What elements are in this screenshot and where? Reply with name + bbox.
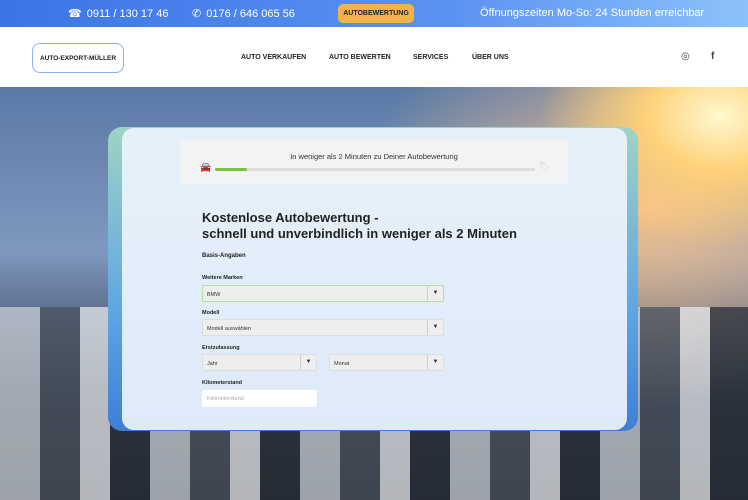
phone-link[interactable]: ☎ 0911 / 130 17 46 [68,7,168,21]
tag-icon: 🏷 [538,161,550,171]
progress-panel: In weniger als 2 Minuten zu Deiner Autob… [180,140,568,184]
facebook-icon[interactable]: f [711,51,714,62]
opening-hours: Öffnungszeiten Mo-So: 24 Stunden erreich… [480,7,705,19]
autobewertung-button[interactable]: AUTOBEWERTUNG [338,4,414,23]
chevron-down-icon: ▼ [427,286,443,301]
section-heading: Basis-Angaben [202,253,246,259]
model-label: Modell [202,310,220,316]
progress-fill [215,168,247,171]
form-title: Kostenlose Autobewertung - schnell und un… [202,210,517,241]
nav-services[interactable]: SERVICES [413,54,448,61]
phone-icon: ☎ [68,8,82,20]
logo[interactable]: AUTO-EXPORT-MÜLLER [32,43,124,73]
chevron-down-icon: ▼ [427,355,443,370]
brand-label: Weitere Marken [202,275,243,281]
registration-label: Erstzulassung [202,345,240,351]
nav-ueber-uns[interactable]: ÜBER UNS [472,54,509,61]
model-select[interactable]: Modell auswählen ▼ [202,319,444,336]
hero: In weniger als 2 Minuten zu Deiner Autob… [0,87,748,500]
mobile-link[interactable]: ✆ 0176 / 646 065 56 [192,7,295,21]
valuation-form-card: In weniger als 2 Minuten zu Deiner Autob… [122,128,627,430]
progress-bar [215,168,535,171]
month-select[interactable]: Monat ▼ [329,354,444,371]
nav-auto-bewerten[interactable]: AUTO BEWERTEN [329,54,391,61]
instagram-icon[interactable]: ◎ [681,51,690,62]
year-select[interactable]: Jahr ▼ [202,354,317,371]
progress-title: In weniger als 2 Minuten zu Deiner Autob… [290,152,458,161]
nav-auto-verkaufen[interactable]: AUTO VERKAUFEN [241,54,306,61]
top-bar: ☎ 0911 / 130 17 46 ✆ 0176 / 646 065 56 AUT… [0,0,748,27]
chevron-down-icon: ▼ [427,320,443,335]
car-icon: 🚘 [200,162,212,172]
brand-select[interactable]: BMW ▼ [202,285,444,302]
chevron-down-icon: ▼ [300,355,316,370]
header: AUTO-EXPORT-MÜLLER AUTO VERKAUFEN AUTO B… [0,27,748,87]
mileage-label: Kilometerstand [202,380,243,386]
mobile-phone-icon: ✆ [192,8,202,20]
mileage-input[interactable]: Kilometerstand [202,390,317,407]
